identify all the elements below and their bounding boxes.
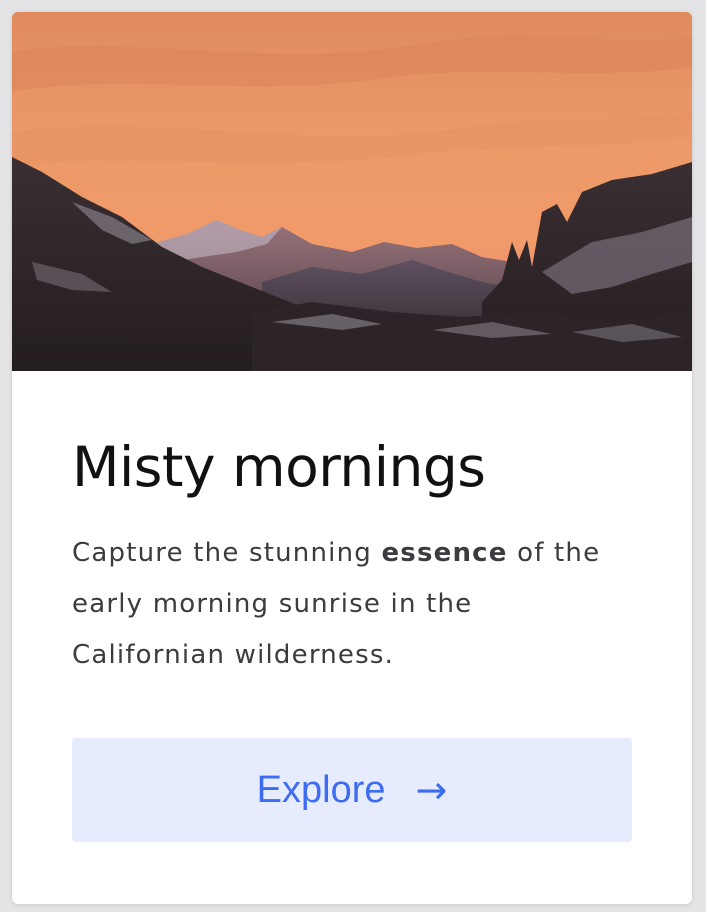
description-text-start: Capture the stunning bbox=[72, 538, 382, 568]
hero-image bbox=[12, 12, 692, 371]
explore-button[interactable]: Explore → bbox=[72, 738, 632, 842]
card-title: Misty mornings bbox=[72, 435, 486, 499]
description-emphasis: essence bbox=[381, 538, 508, 568]
card: Misty mornings Capture the stunning esse… bbox=[12, 12, 692, 904]
card-description: Capture the stunning essence of the earl… bbox=[72, 528, 632, 681]
arrow-right-icon: → bbox=[415, 768, 448, 812]
explore-button-label: Explore bbox=[256, 768, 386, 811]
card-content: Misty mornings Capture the stunning esse… bbox=[72, 432, 632, 681]
